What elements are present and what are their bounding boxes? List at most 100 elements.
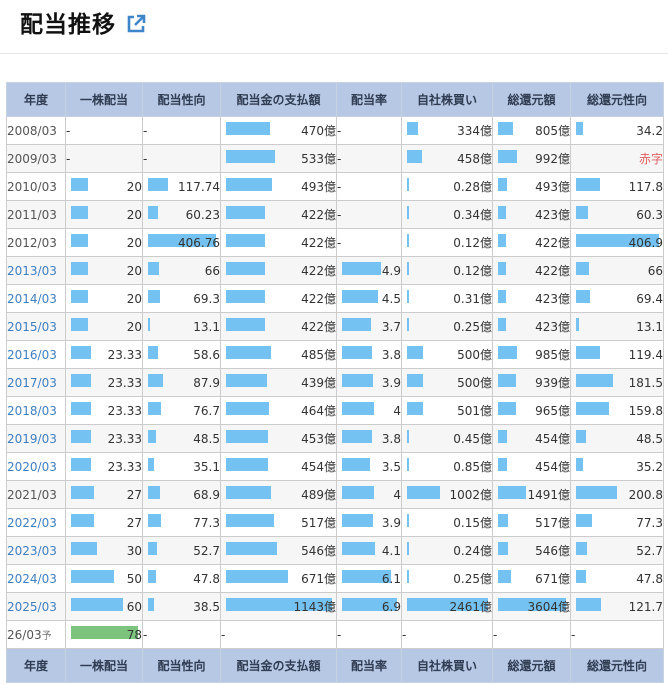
value-text: 117.74 [178, 179, 220, 194]
value-text: 20 [126, 263, 142, 278]
tpayout-cell: 159.8 [570, 396, 664, 425]
value-bar [226, 234, 265, 247]
year-link[interactable]: 2019/03 [6, 424, 66, 453]
value-bar [71, 402, 91, 415]
total-cell: 939億 [492, 368, 571, 397]
table-row: 2020/03 23.33 35.1 454億 3.5 0.85億 454億 35.2 [6, 452, 664, 481]
column-header-paid[interactable]: 配当金の支払額 [220, 82, 337, 117]
dps-cell: 23.33 [65, 368, 143, 397]
column-header-dps[interactable]: 一株配当 [65, 82, 143, 117]
tpayout-cell: 48.5 [570, 424, 664, 453]
value-bar [407, 318, 409, 331]
value-text: 439億 [301, 376, 336, 390]
year-link[interactable]: 2015/03 [6, 312, 66, 341]
value-text: 13.1 [193, 319, 220, 334]
column-header-year[interactable]: 年度 [6, 82, 66, 117]
table-row: 2015/03 20 13.1 422億 3.7 0.25億 423億 13.1 [6, 312, 664, 341]
total-cell: 1491億 [492, 480, 571, 509]
yield-cell: 3.7 [336, 312, 402, 341]
value-text: 77.3 [193, 515, 220, 530]
value-text: 458億 [457, 152, 492, 166]
value-text: - [143, 123, 148, 138]
value-bar [498, 402, 516, 415]
column-header-buyback[interactable]: 自社株買い [401, 82, 493, 117]
year-link[interactable]: 2013/03 [6, 256, 66, 285]
value-bar [498, 346, 517, 359]
value-bar [148, 486, 160, 499]
year-link[interactable]: 2018/03 [6, 396, 66, 425]
total-cell: 493億 [492, 172, 571, 201]
value-text: - [143, 151, 148, 166]
year-link[interactable]: 2014/03 [6, 284, 66, 313]
yield-cell: 4.5 [336, 284, 402, 313]
value-bar [148, 290, 160, 303]
value-bar [226, 346, 271, 359]
dps-cell: 27 [65, 480, 143, 509]
value-bar [407, 542, 409, 555]
value-bar [226, 150, 275, 163]
footer-header-yield: 配当率 [336, 648, 402, 683]
value-text: 35.1 [193, 459, 220, 474]
paid-cell: 422億 [220, 256, 337, 285]
column-header-total-payout[interactable]: 総還元性向 [570, 82, 664, 117]
yield-cell: 4 [336, 396, 402, 425]
value-text: - [221, 627, 226, 642]
year-link[interactable]: 2022/03 [6, 508, 66, 537]
value-bar [226, 122, 270, 135]
year-link[interactable]: 2025/03 [6, 592, 66, 621]
page-header: 配当推移 [20, 4, 147, 40]
external-link-icon[interactable] [125, 13, 147, 35]
payout-cell: 66 [142, 256, 221, 285]
paid-cell: 671億 [220, 564, 337, 593]
value-bar [576, 178, 600, 191]
value-text: 423億 [535, 208, 570, 222]
value-text: 0.12億 [453, 264, 492, 278]
value-text: 517億 [301, 516, 336, 530]
dps-cell: - [65, 116, 143, 145]
year-cell: 2021/03 [6, 480, 66, 509]
value-text: - [571, 627, 576, 642]
table-row: 2016/03 23.33 58.6 485億 3.8 500億 985億 119.4 [6, 340, 664, 369]
payout-cell: 406.76 [142, 228, 221, 257]
value-text: 453億 [301, 432, 336, 446]
total-cell: 423億 [492, 284, 571, 313]
value-text: 501億 [457, 404, 492, 418]
value-text: 87.9 [193, 375, 220, 390]
year-link[interactable]: 2020/03 [6, 452, 66, 481]
tpayout-cell: 34.2 [570, 116, 664, 145]
payout-cell: 35.1 [142, 452, 221, 481]
column-header-total[interactable]: 総還元額 [492, 82, 571, 117]
buyback-cell: 0.31億 [401, 284, 493, 313]
value-text: 119.4 [628, 347, 663, 362]
year-label: 2018/03 [7, 403, 57, 418]
year-link[interactable]: 2023/03 [6, 536, 66, 565]
value-text: 965億 [535, 404, 570, 418]
yield-cell: 3.5 [336, 452, 402, 481]
value-text: 60 [126, 599, 142, 614]
value-bar [342, 318, 371, 331]
table-row: 2012/03 20 406.76 422億 -0.12億 422億 406.9 [6, 228, 664, 257]
total-cell: 965億 [492, 396, 571, 425]
value-bar [226, 262, 265, 275]
column-header-yield[interactable]: 配当率 [336, 82, 402, 117]
yield-cell: - [336, 620, 402, 649]
yield-cell: 3.9 [336, 368, 402, 397]
column-header-payout[interactable]: 配当性向 [142, 82, 221, 117]
value-bar [226, 458, 268, 471]
value-bar [148, 402, 161, 415]
year-label: 2023/03 [7, 543, 57, 558]
value-text: 992億 [535, 152, 570, 166]
value-bar [407, 122, 418, 135]
value-bar [342, 430, 372, 443]
year-link[interactable]: 2024/03 [6, 564, 66, 593]
value-bar [226, 514, 274, 527]
tpayout-cell: 赤字 [570, 144, 664, 173]
value-text: 77.3 [636, 515, 663, 530]
buyback-cell: 458億 [401, 144, 493, 173]
year-link[interactable]: 2016/03 [6, 340, 66, 369]
year-link[interactable]: 2017/03 [6, 368, 66, 397]
value-text: 23.33 [107, 347, 142, 362]
paid-cell: 533億 [220, 144, 337, 173]
year-label: 2009/03 [7, 151, 57, 166]
value-text: 27 [126, 487, 142, 502]
